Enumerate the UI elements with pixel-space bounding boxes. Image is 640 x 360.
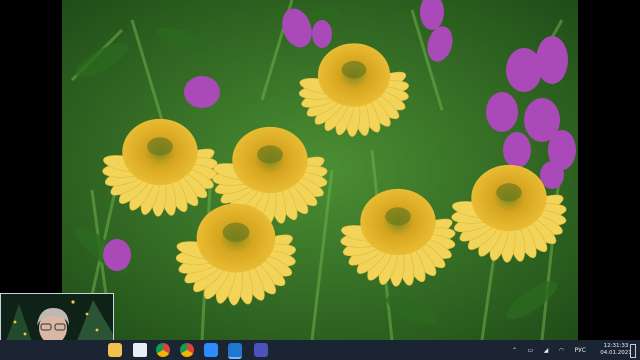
chevron-up-icon[interactable]: ⌃ (512, 347, 517, 354)
notification-icon[interactable] (630, 344, 636, 358)
network-icon[interactable]: ▭ (528, 347, 534, 354)
clock-date: 04.01.2021 (600, 350, 632, 356)
zoom-icon[interactable] (204, 343, 218, 357)
taskbar-clock[interactable]: 12:31:33 04.01.2021 (600, 340, 632, 360)
flower-illustration (62, 0, 578, 340)
onedrive-icon[interactable] (228, 343, 242, 359)
system-tray: ⌃ ▭ ◢ ◠ РУС (512, 340, 586, 360)
file-explorer-icon[interactable] (108, 343, 122, 357)
clock-time: 12:31:33 (603, 343, 629, 349)
chrome-icon[interactable] (180, 343, 194, 357)
chrome-icon[interactable] (156, 343, 170, 357)
flower-photo (62, 0, 578, 340)
teams-icon[interactable] (254, 343, 268, 357)
volume-icon[interactable]: ◢ (544, 347, 549, 354)
wifi-icon[interactable]: ◠ (559, 347, 564, 354)
store-icon[interactable] (133, 343, 147, 357)
video-frame (0, 0, 640, 340)
language-indicator[interactable]: РУС (575, 347, 586, 354)
